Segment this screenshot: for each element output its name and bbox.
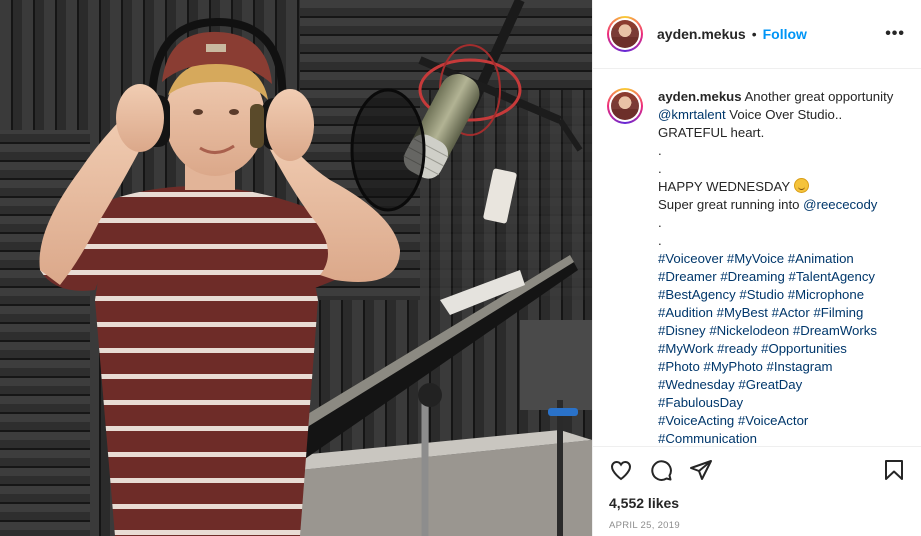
caption-text: ayden.mekus Another great opportunity @k… [658, 88, 898, 445]
post-date[interactable]: APRIL 25, 2019 [609, 520, 906, 531]
caption-line: . [658, 233, 662, 248]
hashtag-link[interactable]: #Opportunities [761, 341, 847, 356]
caption-scroll-area[interactable]: ayden.mekus Another great opportunity @k… [593, 70, 921, 445]
avatar-image [611, 92, 639, 120]
hashtag-link[interactable]: #MyPhoto [703, 359, 762, 374]
hashtag-link[interactable]: #Nickelodeon [709, 323, 789, 338]
hashtag-line: #MyWork #ready #Opportunities [658, 340, 898, 358]
caption-line: Super great running into @reececody [658, 196, 898, 214]
hashtag-link[interactable]: #ready [717, 341, 757, 356]
caption-line: . [658, 143, 662, 158]
more-options-icon[interactable]: ••• [885, 25, 905, 43]
heart-icon[interactable] [609, 458, 633, 482]
hashtag-link[interactable]: #MyWork [658, 341, 713, 356]
hashtag-line: #BestAgency #Studio #Microphone [658, 286, 898, 304]
mention-link[interactable]: @kmrtalent [658, 107, 726, 122]
hashtag-link[interactable]: #Microphone [788, 287, 864, 302]
caption-line: . [658, 161, 662, 176]
studio-photo-illustration [0, 0, 592, 536]
caption-text-run: Super great running into [658, 197, 804, 212]
post-side-panel: ayden.mekus • Follow ••• ayden.mekus Ano… [592, 0, 921, 536]
hashtag-link[interactable]: #Instagram [767, 359, 833, 374]
hashtag-link[interactable]: #Audition [658, 305, 713, 320]
hashtag-link[interactable]: #GreatDay [738, 377, 802, 392]
hashtag-line: #Disney #Nickelodeon #DreamWorks [658, 322, 898, 340]
hashtag-link[interactable]: #Animation [788, 251, 854, 266]
post-actions: 4,552 likes APRIL 25, 2019 [593, 446, 921, 536]
hashtag-line: #Audition #MyBest #Actor #Filming [658, 304, 898, 322]
hashtag-link[interactable]: #DreamWorks [793, 323, 877, 338]
hashtag-line: #Voiceover #MyVoice #Animation [658, 250, 898, 268]
hashtag-link[interactable]: #Actor [772, 305, 810, 320]
likes-count[interactable]: 4,552 likes [609, 495, 906, 511]
action-icon-row [609, 447, 906, 493]
hashtag-link[interactable]: #MyBest [717, 305, 768, 320]
caption-username[interactable]: ayden.mekus [658, 89, 742, 104]
hashtag-link[interactable]: #VoiceActing [658, 413, 734, 428]
caption-row: ayden.mekus Another great opportunity @k… [607, 88, 908, 445]
post-header: ayden.mekus • Follow ••• [593, 0, 921, 69]
avatar[interactable] [607, 16, 643, 52]
caption-avatar[interactable] [607, 88, 643, 124]
caption-line: . [658, 215, 662, 230]
hashtag-link[interactable]: #MyVoice [727, 251, 784, 266]
post-username[interactable]: ayden.mekus [657, 26, 746, 42]
hashtag-link[interactable]: #VoiceActor [738, 413, 808, 428]
hashtag-line: #Wednesday #GreatDay [658, 376, 898, 394]
follow-button[interactable]: Follow [763, 26, 807, 42]
hashtag-link[interactable]: #Wednesday [658, 377, 735, 392]
bookmark-icon[interactable] [882, 458, 906, 482]
caption-line: HAPPY WEDNESDAY [658, 178, 898, 196]
hashtag-line: #FabulousDay [658, 394, 898, 412]
avatar-frame [609, 18, 641, 50]
caption-first-line: ayden.mekus Another great opportunity @k… [658, 88, 898, 142]
hashtag-link[interactable]: #Studio [739, 287, 784, 302]
separator-dot: • [751, 26, 757, 42]
hashtag-link[interactable]: #Filming [813, 305, 863, 320]
hashtag-link[interactable]: #BestAgency [658, 287, 736, 302]
hashtag-list: #Voiceover #MyVoice #Animation #Dreamer #… [658, 250, 898, 445]
hashtag-link[interactable]: #FabulousDay [658, 395, 743, 410]
hashtag-line: #Photo #MyPhoto #Instagram [658, 358, 898, 376]
caption-text-run: HAPPY WEDNESDAY [658, 179, 794, 194]
avatar-image [611, 20, 639, 48]
hashtag-link[interactable]: #Photo [658, 359, 700, 374]
hashtag-link[interactable]: #Voiceover [658, 251, 723, 266]
avatar-frame [609, 90, 641, 122]
caption-text-run: Another great opportunity [741, 89, 894, 104]
post-photo[interactable] [0, 0, 592, 536]
caption-body: .. HAPPY WEDNESDAY Super great running in… [658, 142, 898, 250]
hashtag-line: #VoiceActing #VoiceActor [658, 412, 898, 430]
comment-icon[interactable] [649, 458, 673, 482]
hashtag-link[interactable]: #Dreaming [720, 269, 785, 284]
hashtag-line: #Dreamer #Dreaming #TalentAgency [658, 268, 898, 286]
hashtag-link[interactable]: #TalentAgency [789, 269, 876, 284]
share-icon[interactable] [689, 458, 713, 482]
hashtag-link[interactable]: #Communication [658, 431, 757, 445]
smiling-face-emoji [793, 178, 809, 193]
hashtag-line: #Communication [658, 430, 898, 445]
mention-link[interactable]: @reececody [803, 197, 877, 212]
hashtag-link[interactable]: #Dreamer [658, 269, 717, 284]
hashtag-link[interactable]: #Disney [658, 323, 706, 338]
